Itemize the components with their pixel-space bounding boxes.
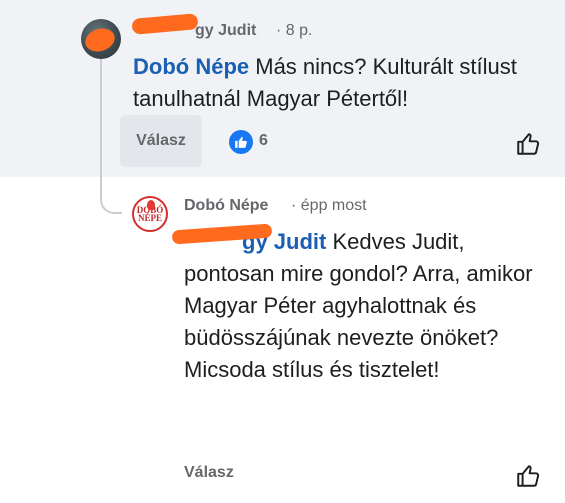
reply-button[interactable]: Válasz [120, 115, 202, 167]
mention-link[interactable]: Dobó Népe [133, 54, 249, 79]
thumbs-up-outline-icon[interactable] [515, 131, 541, 162]
thumbs-up-outline-icon[interactable] [515, 463, 541, 494]
reply-timestamp[interactable]: · épp most [291, 197, 367, 215]
comment-timestamp[interactable]: · 8 p. [276, 22, 312, 40]
dobo-nepe-logo-avatar[interactable]: DOBÓ NÉPE [132, 196, 168, 232]
thumbs-up-icon[interactable] [229, 130, 253, 154]
commenter-avatar[interactable] [81, 19, 121, 59]
comment-text: Dobó Népe Más nincs? Kulturált stílust t… [133, 54, 517, 111]
redaction-scribble [82, 24, 118, 56]
flame-icon [147, 200, 155, 210]
reply-text: gy Judit Kedves Judit, pontosan mire gon… [184, 229, 533, 382]
reply-thread-line [100, 58, 122, 214]
like-count[interactable]: 6 [259, 132, 268, 150]
reply-button[interactable]: Válasz [184, 464, 234, 482]
reply-author-name[interactable]: Dobó Népe [184, 197, 268, 215]
